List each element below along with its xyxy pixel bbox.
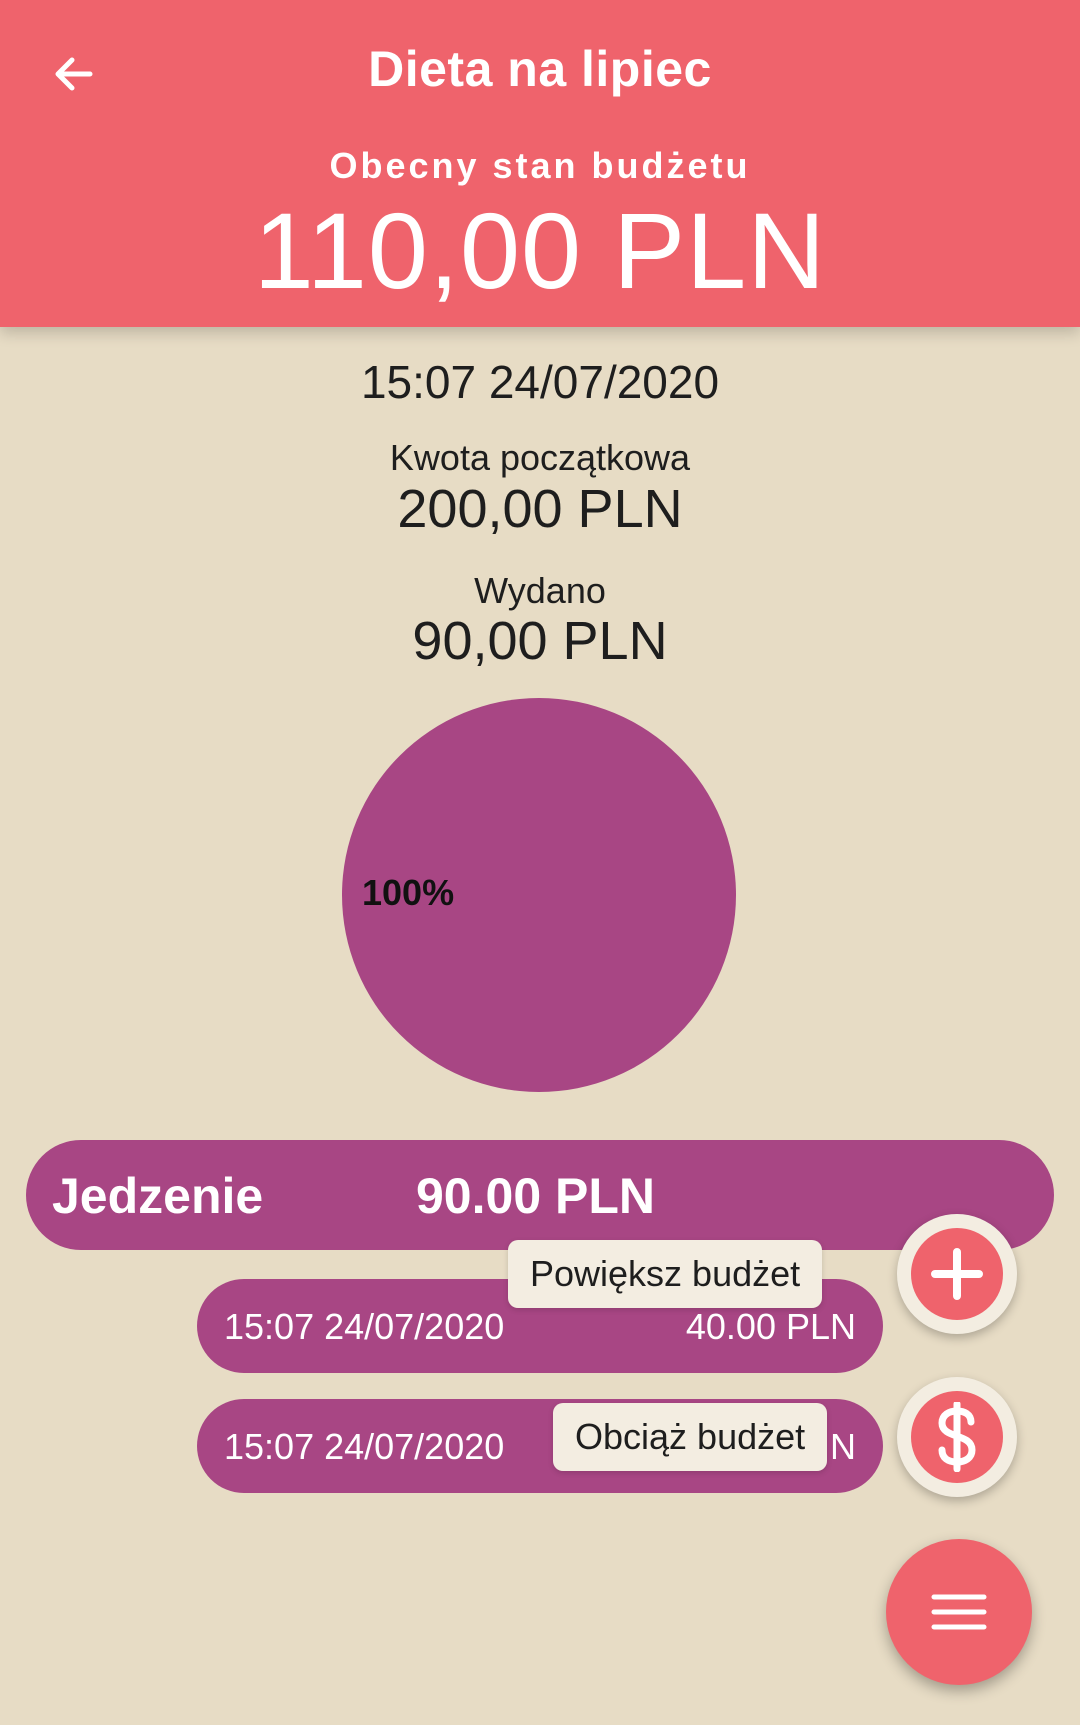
menu-fab-button[interactable]	[886, 1539, 1032, 1685]
initial-amount-label: Kwota początkowa	[389, 437, 691, 478]
dollar-icon	[938, 1402, 976, 1472]
menu-icon	[931, 1594, 987, 1630]
transaction-amount: N	[830, 1426, 856, 1467]
charge-budget-button[interactable]	[897, 1377, 1017, 1497]
page-title: Dieta na lipiec	[368, 41, 712, 97]
spent-label: Wydano	[474, 570, 606, 611]
budget-timestamp: 15:07 24/07/2020	[360, 356, 720, 408]
initial-amount-value: 200,00 PLN	[397, 479, 683, 539]
category-item-jedzenie[interactable]: Jedzenie 90.00 PLN	[26, 1140, 1054, 1250]
transaction-amount: 40.00 PLN	[685, 1306, 856, 1347]
increase-budget-button[interactable]	[897, 1214, 1017, 1334]
plus-icon	[931, 1248, 983, 1300]
category-amount: 90.00 PLN	[416, 1168, 656, 1224]
balance-value: 110,00 PLN	[253, 190, 827, 311]
app-header: Dieta na lipiec Obecny stan budżetu 110,…	[0, 0, 1080, 327]
pie-slice-label: 100%	[362, 872, 455, 913]
charge-budget-tooltip: Obciąż budżet	[553, 1403, 828, 1471]
transaction-date: 15:07 24/07/2020	[224, 1306, 505, 1347]
balance-label: Obecny stan budżetu	[329, 145, 751, 186]
category-name: Jedzenie	[52, 1168, 264, 1224]
spent-value: 90,00 PLN	[412, 611, 668, 671]
increase-budget-tooltip: Powiększ budżet	[508, 1240, 823, 1308]
transaction-date: 15:07 24/07/2020	[224, 1426, 505, 1467]
